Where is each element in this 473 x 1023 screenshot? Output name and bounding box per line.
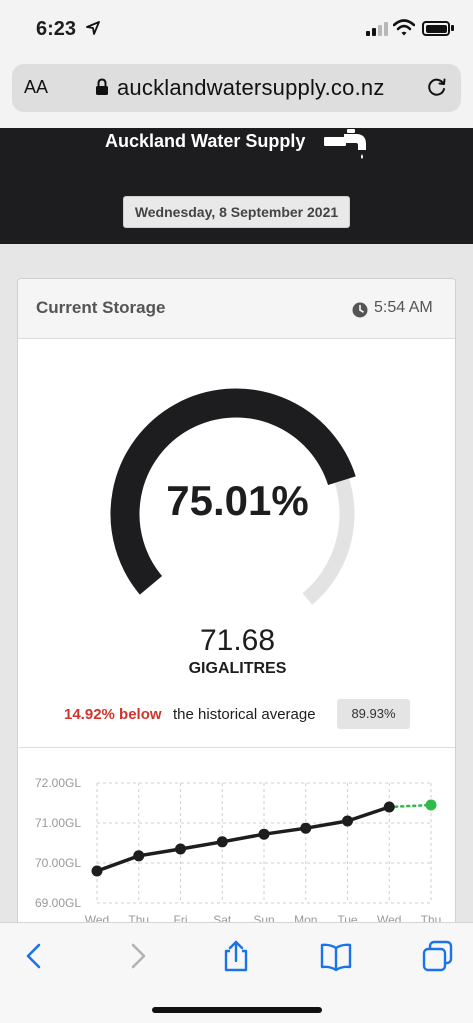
cellular-signal-icon — [366, 22, 388, 36]
site-header: Auckland Water Supply Wednesday, 8 Septe… — [0, 128, 473, 244]
card-header: Current Storage 5:54 AM — [18, 279, 455, 339]
wifi-icon — [392, 18, 416, 38]
url-text[interactable]: aucklandwatersupply.co.nz — [117, 75, 385, 101]
data-point — [216, 836, 228, 848]
data-point — [342, 815, 353, 827]
y-tick-label: 70.00GL — [35, 856, 81, 870]
date-badge: Wednesday, 8 September 2021 — [123, 196, 350, 228]
storage-percent: 75.01% — [166, 477, 309, 524]
below-average-amount: 14.92% below — [64, 706, 162, 723]
back-icon[interactable] — [18, 939, 52, 973]
data-point — [383, 801, 395, 813]
battery-cap — [451, 25, 454, 31]
data-point — [91, 865, 103, 877]
location-arrow-icon — [86, 21, 100, 38]
historical-average-badge: 89.93% — [337, 699, 410, 729]
forecast-line — [388, 803, 433, 809]
data-point — [300, 822, 312, 834]
text-size-button[interactable]: AA — [24, 77, 48, 98]
lock-icon — [95, 78, 109, 96]
historical-comparison: 14.92% below the historical average 89.9… — [18, 698, 455, 732]
y-tick-label: 71.00GL — [35, 816, 81, 830]
updated-time: 5:54 AM — [374, 299, 433, 316]
data-point — [175, 843, 186, 855]
browser-toolbar — [0, 922, 473, 1023]
share-icon[interactable] — [219, 939, 253, 973]
reload-icon[interactable] — [426, 76, 448, 98]
storage-volume: 71.68 — [199, 624, 276, 657]
site-title: Auckland Water Supply — [105, 131, 306, 151]
current-storage-card: Current Storage 5:54 AM 75.01% 71.68 GIG… — [17, 278, 456, 978]
status-bar: 6:23 — [0, 0, 473, 56]
bookmarks-icon[interactable] — [319, 939, 353, 973]
water-tap-icon — [324, 128, 370, 162]
y-tick-label: 72.00GL — [35, 776, 81, 790]
address-bar[interactable]: AA aucklandwatersupply.co.nz — [12, 64, 461, 112]
forecast-point — [425, 799, 437, 811]
y-tick-label: 69.00GL — [35, 896, 81, 910]
status-time: 6:23 — [36, 18, 77, 40]
storage-unit: GIGALITRES — [188, 660, 287, 677]
data-point — [258, 828, 270, 840]
forward-icon[interactable] — [120, 939, 154, 973]
card-title: Current Storage — [36, 298, 166, 317]
browser-address-area: AA aucklandwatersupply.co.nz — [0, 56, 473, 128]
battery-icon — [422, 21, 450, 36]
home-indicator — [152, 1007, 322, 1013]
clock-icon — [352, 302, 368, 318]
comparison-label: the historical average — [173, 706, 316, 723]
tabs-icon[interactable] — [421, 939, 455, 973]
data-point — [133, 850, 145, 862]
